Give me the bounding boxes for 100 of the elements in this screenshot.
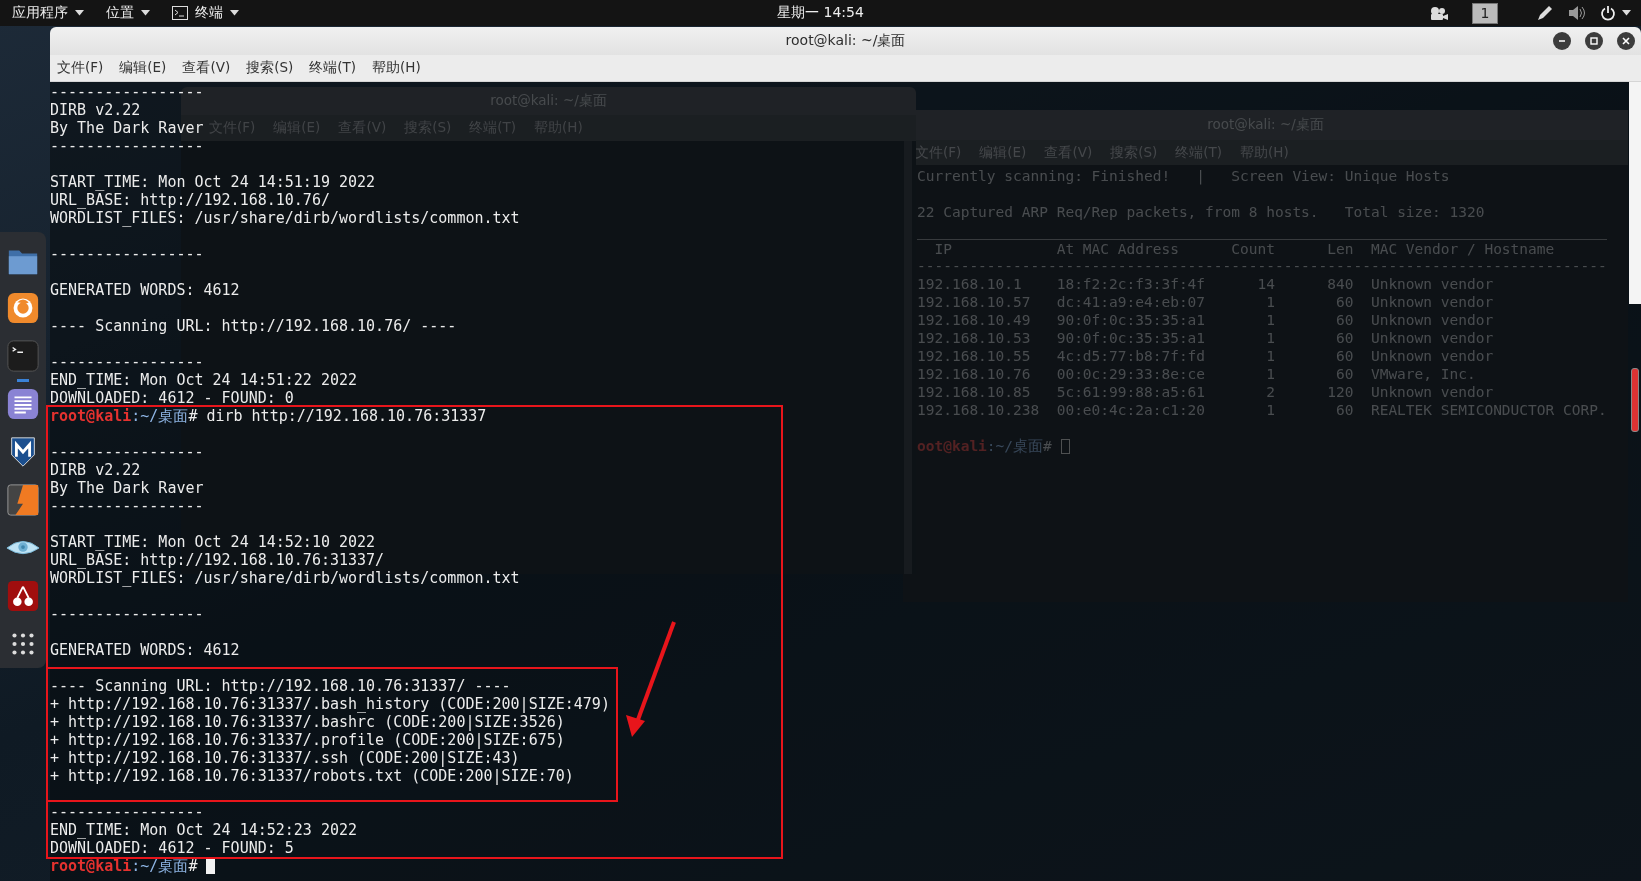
terminal-line: By The Dark Raver [50,119,204,137]
clock: 星期一 14:54 [777,4,864,22]
caret-icon [1622,10,1631,16]
terminal-line: WORDLIST_FILES: /usr/share/dirb/wordlists/common.txt [50,569,520,587]
camera-icon[interactable] [1430,6,1448,20]
table-cell-text: 2 [1265,383,1275,401]
minimize-button[interactable] [1553,32,1571,50]
pen-icon[interactable] [1536,4,1554,22]
table-cell-text: VMware, Inc. [1369,365,1477,383]
table-cell-text: 14 [1256,275,1275,293]
column-header: IP [933,240,953,258]
power-menu[interactable] [1600,5,1631,21]
terminal-line: START_TIME: Mon Oct 24 14:51:19 2022 [50,173,376,191]
cherry-icon[interactable] [6,579,40,613]
maximize-button[interactable] [1585,32,1603,50]
table-cell-text: 60 [1335,293,1354,311]
browser-icon[interactable] [6,291,40,325]
terminal-line: + http://192.168.10.76:31337/.profile (CODE:200|SIZE:675) [50,731,565,749]
terminal-icon[interactable] [6,339,40,373]
terminal-line: DIRB v2.22 [50,461,141,479]
table-cell-text: 1 [1265,347,1275,365]
table-cell-text: 192.168.10.85 [917,383,1032,401]
terminal-line: URL_BASE: http://192.168.10.76/ [50,191,330,209]
caret-icon [230,10,239,16]
terminal-line: ----------------- [50,137,204,155]
table-cell-text: Unknown vendor [1369,383,1495,401]
table-cell-text: dc:41:a9:e4:eb:07 [1056,293,1207,311]
terminal-line: DOWNLOADED: 4612 - FOUND: 0 [50,389,294,407]
table-cell-text: Unknown vendor [1369,275,1495,293]
terminal-line: + http://192.168.10.76:31337/robots.txt (CODE:200|SIZE:70) [50,767,574,785]
menu-item[interactable]: 帮助(H) [372,59,421,77]
menu-item[interactable]: 搜索(S) [246,59,294,77]
terminal-icon [172,6,188,20]
table-cell-text: Unknown vendor [1369,293,1495,311]
table-cell-text: 192.168.10.238 [917,401,1041,419]
table-cell-text: 120 [1326,383,1354,401]
terminal-line: GENERATED WORDS: 4612 [50,281,240,299]
scrollbar[interactable] [1629,82,1641,304]
terminal-line: DIRB v2.22 [50,101,141,119]
table-cell-text: 1 [1265,365,1275,383]
caret-icon [141,10,150,16]
column-header: Count [1231,240,1275,258]
terminal-line: ----------------- [50,443,204,461]
close-button[interactable] [1617,32,1635,50]
table-cell-text: 00:0c:29:33:8e:ce [1056,365,1207,383]
table-cell-text: 5c:61:99:88:a5:61 [1056,383,1207,401]
table-cell-text: 60 [1335,401,1354,419]
terminal-line: ---- Scanning URL: http://192.168.10.76:31337/ ---- [50,677,511,695]
table-cell-text: Unknown vendor [1369,347,1495,365]
table-cell-text: 192.168.10.76 [917,365,1032,383]
column-header: Len [1326,240,1354,258]
top-menu[interactable]: 位置 [106,4,150,22]
table-cell-text: 192.168.10.53 [917,329,1032,347]
prompt-line: root@kali:~/桌面# [50,857,198,875]
top-menu[interactable]: 终端 [172,4,239,22]
table-cell-text: 60 [1335,311,1354,329]
menu-item[interactable]: 查看(V) [182,59,231,77]
close-icon [1620,35,1632,47]
bolt-icon[interactable] [6,483,40,517]
terminal-line: ----------------- [50,497,204,515]
terminal-line: + http://192.168.10.76:31337/.ssh (CODE:200|SIZE:43) [50,749,520,767]
power-icon [1600,5,1616,21]
volume-icon[interactable] [1568,5,1586,21]
terminal-line: ----------------- [50,803,204,821]
table-cell-text: 192.168.10.1 [917,275,1023,293]
table-cell-text: 4c:d5:77:b8:7f:fd [1056,347,1207,365]
terminal-line: URL_BASE: http://192.168.10.76:31337/ [50,551,385,569]
table-cell-text: 192.168.10.49 [917,311,1032,329]
terminal-line: END_TIME: Mon Oct 24 14:52:23 2022 [50,821,358,839]
menu-item[interactable]: 编辑(E) [119,59,167,77]
terminal-line: START_TIME: Mon Oct 24 14:52:10 2022 [50,533,376,551]
table-cell-text: REALTEK SEMICONDUCTOR CORP. [1369,401,1607,419]
table-cell-text: Unknown vendor [1369,311,1495,329]
terminal-line: ---- Scanning URL: http://192.168.10.76/ ---- [50,317,457,335]
scrollbar-thumb[interactable] [1631,368,1639,432]
table-cell-text: 60 [1335,347,1354,365]
table-cell-text: 00:e0:4c:2a:c1:20 [1056,401,1207,419]
terminal-line: 22 Captured ARP Req/Rep packets, from 8 hosts. Total size: 1320 [917,203,1486,221]
workspace-indicator[interactable]: 1 [1472,2,1498,24]
table-cell-text: 18:f2:2c:f3:3f:4f [1056,275,1207,293]
terminal-line: DOWNLOADED: 4612 - FOUND: 5 [50,839,294,857]
terminal-line: END_TIME: Mon Oct 24 14:51:22 2022 [50,371,358,389]
column-header: At MAC Address [1056,240,1180,258]
menu-item[interactable]: 终端(T) [309,59,357,77]
terminal-line: ----------------- [50,83,204,101]
terminal-line: ----------------- [50,605,204,623]
menu-item[interactable]: 文件(F) [57,59,104,77]
table-cell-text: 1 [1265,293,1275,311]
table-cell-text: 840 [1326,275,1354,293]
table-cell-text: 1 [1265,401,1275,419]
terminal-line: Currently scanning: Finished! | Screen View: Unique Hosts [917,167,1451,185]
column-header: MAC Vendor / Hostname [1369,240,1556,258]
table-cell-text: 192.168.10.55 [917,347,1032,365]
table-cell-text: 1 [1265,329,1275,347]
terminal-line: + http://192.168.10.76:31337/.bash_history (CODE:200|SIZE:479) [50,695,610,713]
notes-icon[interactable] [6,387,40,421]
terminal-line: By The Dark Raver [50,479,204,497]
separator-line: ------------------------------------------------------------------------------- [917,257,1608,275]
terminal-line: WORDLIST_FILES: /usr/share/dirb/wordlists/common.txt [50,209,520,227]
top-menu[interactable]: 应用程序 [12,4,84,22]
